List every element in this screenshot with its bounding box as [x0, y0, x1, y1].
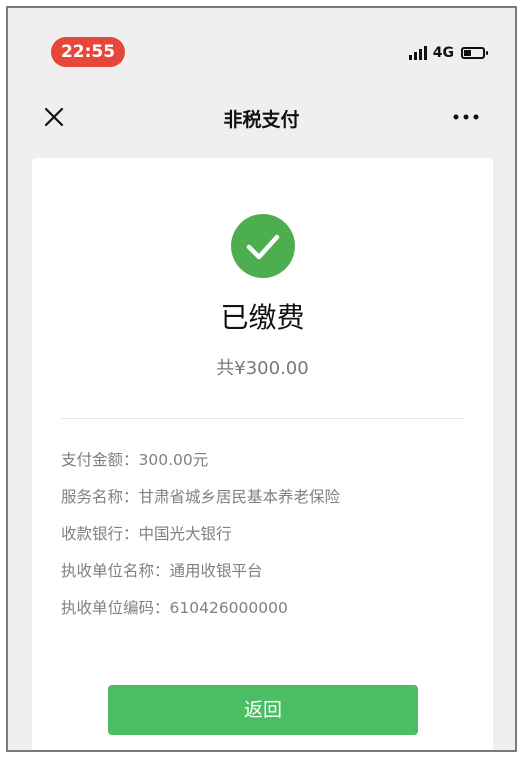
detail-label: 服务名称：: [61, 488, 139, 506]
navigation-bar: 非税支付: [8, 86, 515, 148]
detail-label: 支付金额：: [61, 451, 139, 469]
payment-result-card: 已缴费 共¥300.00 支付金额：300.00元 服务名称：甘肃省城乡居民基本…: [32, 158, 493, 750]
detail-value: 通用收银平台: [169, 562, 263, 580]
detail-collecting-unit-code: 执收单位编码：610426000000: [61, 596, 471, 633]
detail-label: 执收单位编码：: [61, 599, 170, 617]
battery-icon: [461, 47, 488, 59]
return-button[interactable]: 返回: [108, 685, 418, 735]
detail-service-name: 服务名称：甘肃省城乡居民基本养老保险: [61, 485, 471, 522]
detail-value: 300.00元: [138, 451, 209, 469]
status-bar: 22:55 4G: [8, 8, 515, 86]
detail-receiving-bank: 收款银行：中国光大银行: [61, 522, 471, 559]
detail-value: 610426000000: [169, 599, 288, 617]
detail-value: 中国光大银行: [138, 525, 232, 543]
detail-label: 收款银行：: [61, 525, 139, 543]
detail-collecting-unit-name: 执收单位名称：通用收银平台: [61, 559, 471, 596]
total-amount: 共¥300.00: [216, 358, 309, 379]
detail-value: 甘肃省城乡居民基本养老保险: [138, 488, 341, 506]
more-icon[interactable]: [451, 105, 481, 129]
check-circle-icon: [231, 214, 295, 278]
divider: [61, 418, 464, 419]
phone-screen: 22:55 4G 非税支付 已缴费 共¥300.00 支付金额：300.00元 …: [6, 6, 517, 752]
page-title: 非税支付: [223, 109, 300, 131]
detail-payment-amount: 支付金额：300.00元: [61, 448, 471, 485]
payment-status-title: 已缴费: [220, 301, 305, 334]
status-time: 22:55: [51, 37, 125, 67]
detail-label: 执收单位名称：: [61, 562, 170, 580]
signal-icon: [408, 46, 427, 60]
status-indicators: 4G: [408, 44, 488, 62]
payment-details: 支付金额：300.00元 服务名称：甘肃省城乡居民基本养老保险 收款银行：中国光…: [61, 448, 471, 633]
network-type: 4G: [432, 45, 454, 61]
